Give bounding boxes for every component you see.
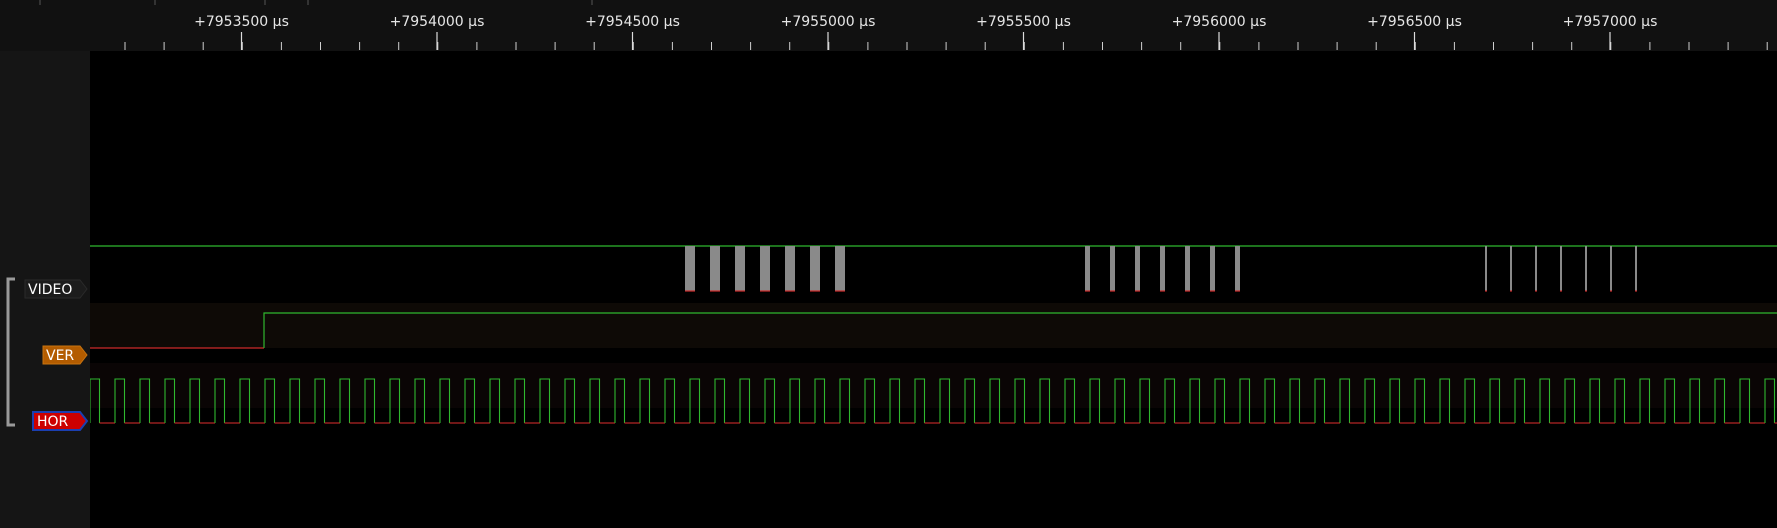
ruler-tick-label: +7953500 µs bbox=[194, 14, 289, 30]
group-bracket bbox=[6, 277, 15, 427]
video-pulse bbox=[1110, 246, 1115, 291]
ruler-tick-label: +7954500 µs bbox=[585, 14, 680, 30]
ruler-tick-label: +7957000 µs bbox=[1563, 14, 1658, 30]
video-pulse bbox=[785, 246, 795, 291]
ruler-tick-label: +7955500 µs bbox=[976, 14, 1071, 30]
ruler-ticks bbox=[124, 32, 1768, 50]
video-trace bbox=[90, 245, 1777, 292]
trace-label-video-text: VIDEO bbox=[28, 282, 72, 298]
trace-label-video[interactable]: VIDEO bbox=[24, 279, 88, 299]
ruler-tick-label: +7956000 µs bbox=[1172, 14, 1267, 30]
time-ruler-ticks: +7953500 µs +7954000 µs +7954500 µs +795500… bbox=[39, 0, 1768, 50]
video-pulse bbox=[760, 246, 770, 291]
ruler-labels: +7953500 µs +7954000 µs +7954500 µs +795500… bbox=[194, 14, 1658, 30]
trace-label-ver-text: VER bbox=[46, 348, 74, 364]
logic-analyzer-window: +7953500 µs +7954000 µs +7954500 µs +795500… bbox=[0, 0, 1777, 528]
video-pulse bbox=[710, 246, 720, 291]
video-pulse bbox=[1185, 246, 1190, 291]
video-pulse bbox=[1510, 246, 1512, 291]
trace-label-panel: VIDEO VER HOR bbox=[0, 51, 90, 528]
trace-label-hor-text: HOR bbox=[37, 414, 69, 430]
ruler-tick-label: +7955000 µs bbox=[781, 14, 876, 30]
video-pulse bbox=[810, 246, 820, 291]
trace-label-hor[interactable]: HOR bbox=[32, 411, 89, 431]
waveform-area[interactable] bbox=[90, 51, 1777, 528]
video-pulse bbox=[1485, 246, 1487, 291]
video-pulse bbox=[1235, 246, 1240, 291]
video-pulse bbox=[685, 246, 695, 291]
ver-trace-background bbox=[90, 303, 1777, 348]
video-pulse bbox=[1535, 246, 1537, 291]
trace-label-svg: VIDEO VER HOR bbox=[6, 277, 89, 431]
ruler-top-marks bbox=[39, 0, 593, 5]
ruler-tick-label: +7954000 µs bbox=[390, 14, 485, 30]
video-pulse bbox=[1560, 246, 1562, 291]
video-pulse bbox=[1635, 246, 1637, 291]
video-pulse bbox=[1610, 246, 1612, 291]
waveform-svg bbox=[90, 245, 1777, 424]
video-pulse bbox=[1160, 246, 1165, 291]
video-pulse bbox=[1585, 246, 1587, 291]
video-pulse bbox=[1210, 246, 1215, 291]
time-ruler[interactable]: +7953500 µs +7954000 µs +7954500 µs +795500… bbox=[0, 0, 1777, 51]
video-pulse bbox=[735, 246, 745, 291]
video-pulse bbox=[1085, 246, 1090, 291]
ruler-tick-label: +7956500 µs bbox=[1367, 14, 1462, 30]
trace-label-ver[interactable]: VER bbox=[42, 345, 88, 365]
video-pulse bbox=[1135, 246, 1140, 291]
video-pulse bbox=[835, 246, 845, 291]
